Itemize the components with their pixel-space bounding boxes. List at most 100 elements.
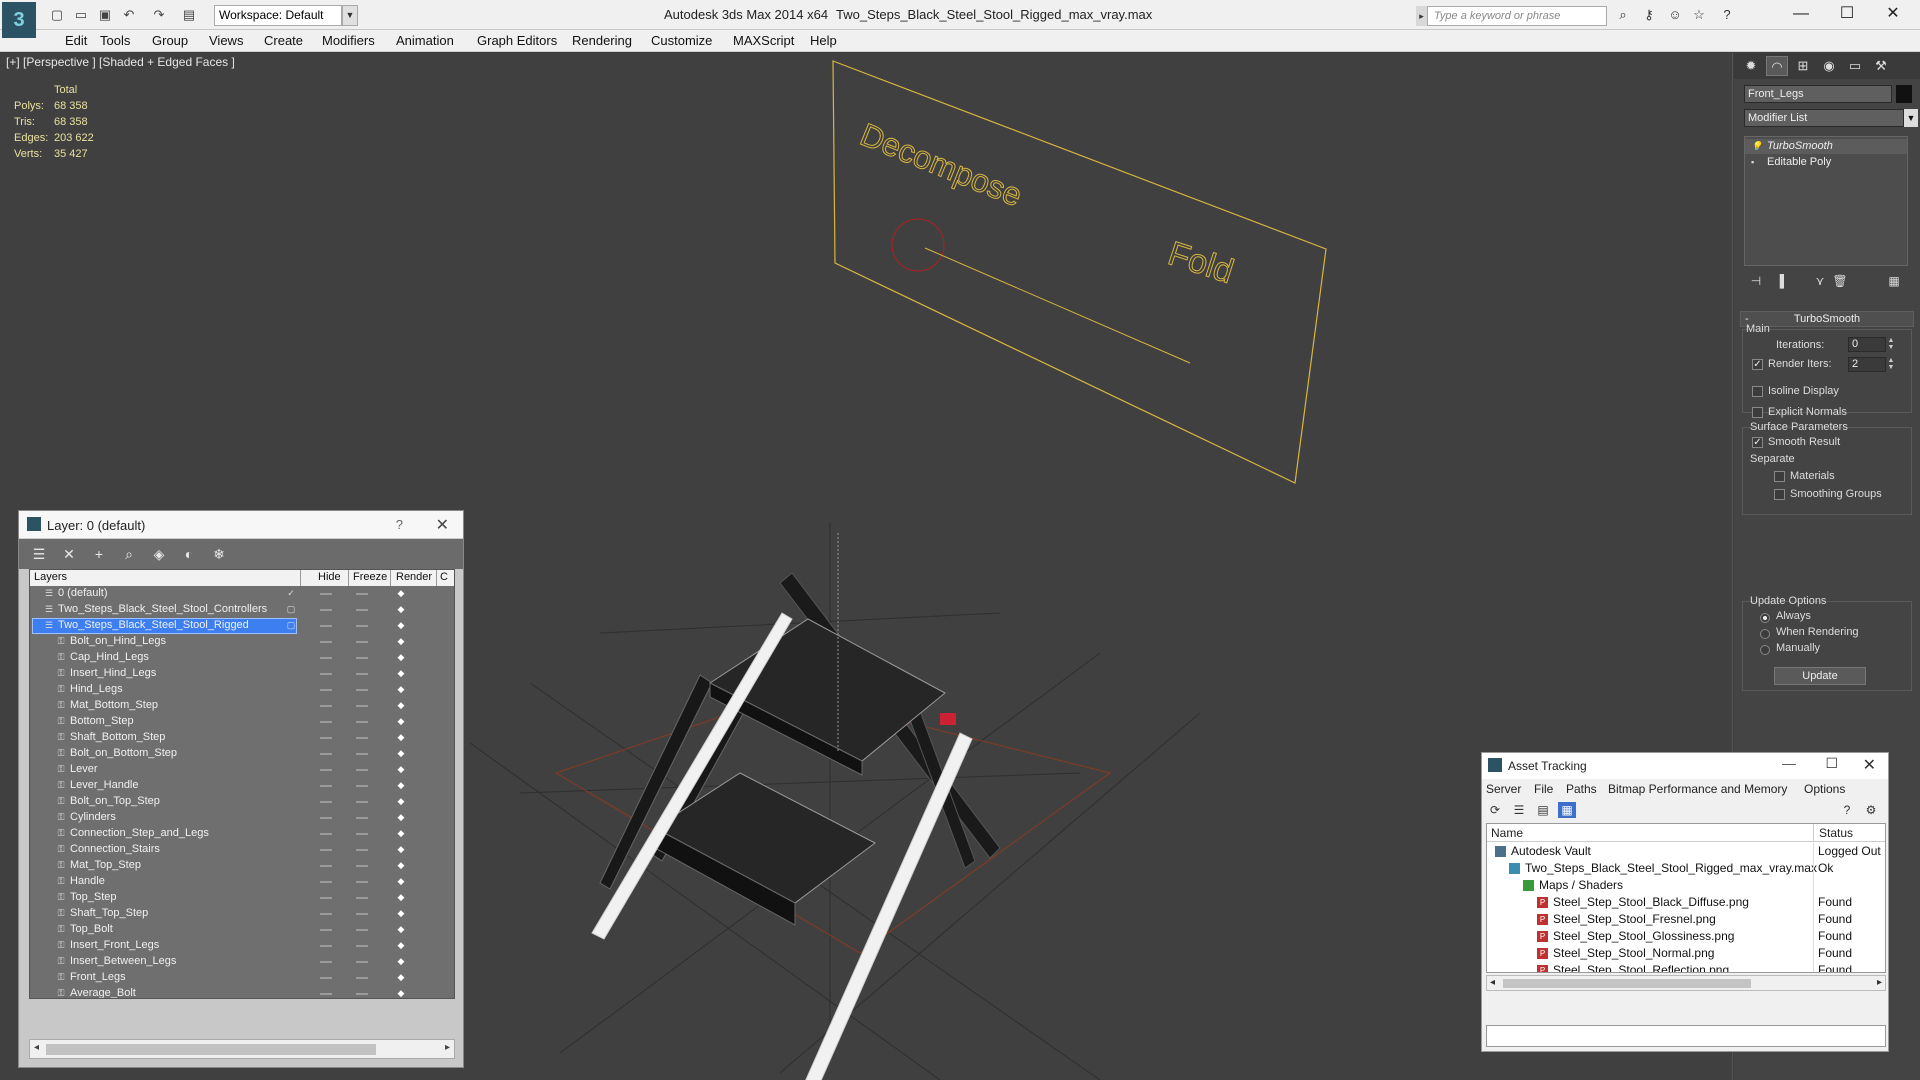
viewport-label[interactable]: [+] [Perspective ] [Shaded + Edged Faces… [6, 55, 235, 69]
hide-toggle[interactable] [320, 817, 332, 819]
teapot-icon[interactable]: ◆ [396, 765, 406, 774]
freeze-toggle[interactable] [356, 913, 368, 915]
menu-item-animation[interactable]: Animation [396, 33, 454, 48]
asset-tracking-titlebar[interactable]: Asset Tracking — ☐ ✕ [1482, 753, 1888, 779]
layer-row[interactable]: ⚿ Cylinders ◆ [30, 810, 454, 826]
menu-item-tools[interactable]: Tools [100, 33, 130, 48]
modify-tab-icon[interactable]: ◠ [1766, 56, 1788, 76]
smooth-result-checkbox[interactable]: ✓ [1752, 437, 1763, 448]
menu-item-graph-editors[interactable]: Graph Editors [477, 33, 557, 48]
freeze-toggle[interactable] [356, 721, 368, 723]
layer-row[interactable]: ⚿ Lever_Handle ◆ [30, 778, 454, 794]
teapot-icon[interactable]: ◆ [396, 797, 406, 806]
hide-toggle[interactable] [320, 641, 332, 643]
helper-plane[interactable] [832, 60, 1327, 484]
menu-item-edit[interactable]: Edit [65, 33, 87, 48]
undo-icon[interactable]: ↶ [120, 6, 138, 24]
layer-row[interactable]: ☰ Two_Steps_Black_Steel_Stool_Rigged ▢ ◆ [30, 618, 454, 634]
teapot-icon[interactable]: ◆ [396, 781, 406, 790]
col-freeze[interactable]: Freeze [353, 571, 387, 583]
asset-menu-bitmap-performance-and-memory[interactable]: Bitmap Performance and Memory [1608, 782, 1787, 796]
freeze-toggle[interactable] [356, 993, 368, 995]
asset-menu-file[interactable]: File [1534, 782, 1553, 796]
freeze-toggle[interactable] [356, 897, 368, 899]
layer-row[interactable]: ⚿ Shaft_Bottom_Step ◆ [30, 730, 454, 746]
layer-row[interactable]: ⚿ Lever ◆ [30, 762, 454, 778]
hide-toggle[interactable] [320, 881, 332, 883]
freeze-toggle[interactable] [356, 817, 368, 819]
teapot-icon[interactable]: ◆ [396, 813, 406, 822]
asset-menu-server[interactable]: Server [1486, 782, 1521, 796]
hide-toggle[interactable] [320, 993, 332, 995]
layer-row[interactable]: ⚿ Average_Bolt ◆ [30, 986, 454, 998]
asset-row[interactable]: Maps / Shaders [1487, 877, 1885, 894]
new-file-icon[interactable]: ▢ [48, 6, 66, 24]
asset-row[interactable]: Autodesk Vault Logged Out [1487, 843, 1885, 860]
layer-row[interactable]: ☰ Two_Steps_Black_Steel_Stool_Controllers… [30, 602, 454, 618]
hide-toggle[interactable] [320, 769, 332, 771]
minimize-icon[interactable]: — [1782, 755, 1796, 771]
layer-row[interactable]: ⚿ Mat_Top_Step ◆ [30, 858, 454, 874]
layer-row[interactable]: ⚿ Mat_Bottom_Step ◆ [30, 698, 454, 714]
col-status[interactable]: Status [1819, 826, 1853, 840]
open-file-icon[interactable]: ▭ [72, 6, 90, 24]
teapot-icon[interactable]: ◆ [396, 893, 406, 902]
col-layers[interactable]: Layers [34, 571, 67, 583]
teapot-icon[interactable]: ◆ [396, 605, 406, 614]
col-color[interactable]: C [440, 571, 448, 583]
menu-item-rendering[interactable]: Rendering [572, 33, 632, 48]
teapot-icon[interactable]: ◆ [396, 717, 406, 726]
layer-row[interactable]: ⚿ Insert_Between_Legs ◆ [30, 954, 454, 970]
teapot-icon[interactable]: ◆ [396, 973, 406, 982]
teapot-icon[interactable]: ◆ [396, 621, 406, 630]
teapot-icon[interactable]: ◆ [396, 829, 406, 838]
render-iters-checkbox[interactable]: ✓ [1752, 359, 1763, 370]
layer-dialog-titlebar[interactable]: Layer: 0 (default) ? ✕ [19, 511, 463, 539]
teapot-icon[interactable]: ◆ [396, 589, 406, 598]
layer-row[interactable]: ⚿ Hind_Legs ◆ [30, 682, 454, 698]
asset-row[interactable]: Two_Steps_Black_Steel_Stool_Rigged_max_v… [1487, 860, 1885, 877]
create-tab-icon[interactable]: ✹ [1740, 56, 1762, 76]
maximize-icon[interactable]: ☐ [1825, 755, 1838, 772]
hide-toggle[interactable] [320, 625, 332, 627]
modifier-list-select[interactable]: Modifier List [1744, 109, 1904, 127]
hide-toggle[interactable] [320, 609, 332, 611]
teapot-icon[interactable]: ◆ [396, 861, 406, 870]
help-icon[interactable]: ? [396, 517, 403, 532]
add-to-layer-icon[interactable]: + [89, 545, 109, 563]
freeze-toggle[interactable] [356, 609, 368, 611]
layer-row[interactable]: ⚿ Connection_Step_and_Legs ◆ [30, 826, 454, 842]
freeze-toggle[interactable] [356, 849, 368, 851]
hide-toggle[interactable] [320, 849, 332, 851]
expand-icon[interactable]: ▪ [1751, 157, 1754, 167]
layer-row[interactable]: ⚿ Shaft_Top_Step ◆ [30, 906, 454, 922]
layer-row[interactable]: ⚿ Cap_Hind_Legs ◆ [30, 650, 454, 666]
freeze-toggle[interactable] [356, 689, 368, 691]
hierarchy-tab-icon[interactable]: ⊞ [1792, 56, 1814, 76]
layer-row[interactable]: ⚿ Connection_Stairs ◆ [30, 842, 454, 858]
scroll-thumb[interactable] [46, 1044, 376, 1055]
asset-horizontal-scrollbar[interactable]: ◂ ▸ [1486, 975, 1886, 991]
manually-radio[interactable] [1760, 645, 1770, 655]
scroll-thumb[interactable] [1503, 979, 1751, 988]
always-radio[interactable] [1760, 613, 1770, 623]
freeze-toggle[interactable] [356, 769, 368, 771]
object-color-swatch[interactable] [1896, 85, 1912, 103]
teapot-icon[interactable]: ◆ [396, 733, 406, 742]
lightbulb-icon[interactable]: 💡 [1751, 141, 1762, 152]
remove-modifier-icon[interactable]: 🗑 [1830, 272, 1850, 290]
when-rendering-radio[interactable] [1760, 629, 1770, 639]
set-current-icon[interactable]: ▢ [286, 620, 296, 631]
object-name-field[interactable]: Front_Legs [1744, 85, 1892, 103]
project-folder-icon[interactable]: ▤ [180, 6, 198, 24]
asset-row[interactable]: P Steel_Step_Stool_Glossiness.png Found [1487, 928, 1885, 945]
help-icon[interactable]: ? [1838, 802, 1856, 818]
hide-toggle[interactable] [320, 833, 332, 835]
pin-stack-icon[interactable]: ⊣ [1746, 272, 1766, 290]
teapot-icon[interactable]: ◆ [396, 877, 406, 886]
iterations-spinner[interactable]: 0 [1848, 337, 1886, 352]
menu-item-modifiers[interactable]: Modifiers [322, 33, 375, 48]
freeze-toggle[interactable] [356, 593, 368, 595]
freeze-toggle[interactable] [356, 705, 368, 707]
teapot-icon[interactable]: ◆ [396, 685, 406, 694]
